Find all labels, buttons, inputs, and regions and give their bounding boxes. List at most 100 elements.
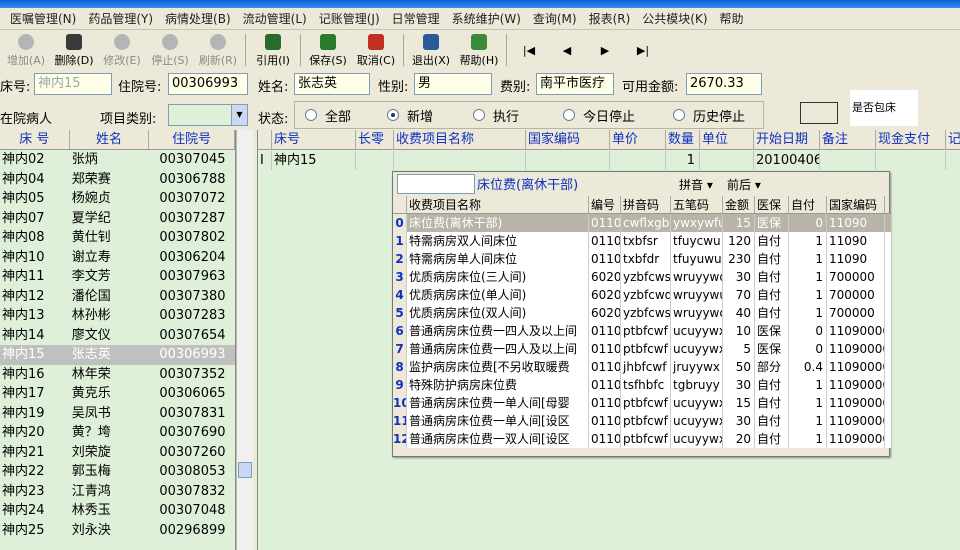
list-item[interactable]: 11普通病房床位费一单人间[设区0110(ptbfcwfucuyywx30自付1… — [393, 412, 891, 430]
scroll-thumb[interactable] — [238, 462, 252, 478]
last-record-icon[interactable]: ▶| — [624, 31, 662, 69]
toolbar-button[interactable]: 增加(A) — [2, 31, 50, 69]
table-row[interactable]: 神内19 吴凤书 00307831 — [0, 404, 235, 424]
table-cell[interactable] — [610, 151, 666, 170]
table-row[interactable]: 神内10 谢立寿 00306204 — [0, 248, 235, 268]
menu-item[interactable]: 公共模块(K) — [636, 10, 713, 27]
table-cell[interactable]: 20100406 — [754, 151, 820, 170]
column-header[interactable]: 现金支付 — [876, 130, 946, 149]
table-cell[interactable] — [876, 151, 946, 170]
status-radio[interactable]: 历史停止 — [663, 106, 759, 125]
toolbar-button[interactable]: 刷新(R) — [194, 31, 242, 69]
column-header[interactable]: 数量 — [666, 130, 700, 149]
radio-dot[interactable] — [305, 109, 317, 121]
toolbar-button[interactable]: 停止(S) — [146, 31, 194, 69]
list-item[interactable]: 0床位费(离休干部)0110(cwflxgbywxywfu15医保011090 — [393, 214, 891, 232]
status-radio[interactable]: 全部 — [295, 106, 377, 125]
table-row[interactable]: 神内23 江青鸿 00307832 — [0, 482, 235, 502]
order-toggle[interactable]: 前后 ▾ — [727, 176, 761, 193]
table-row[interactable]: 神内16 林年荣 00307352 — [0, 365, 235, 385]
radio-dot[interactable] — [473, 109, 485, 121]
column-header[interactable]: 姓名 — [70, 130, 150, 149]
menu-item[interactable]: 日常管理 — [386, 10, 446, 27]
table-cell[interactable]: 1 — [666, 151, 700, 170]
list-item[interactable]: 4优质病房床位(单人间)6020(yzbfcwdwruyywuv70自付1700… — [393, 286, 891, 304]
toolbar-button[interactable]: 修改(E) — [98, 31, 146, 69]
sex-field[interactable]: 男 — [414, 73, 492, 95]
table-row[interactable]: 神内24 林秀玉 00307048 — [0, 501, 235, 521]
table-cell[interactable] — [700, 151, 754, 170]
column-header[interactable]: 长零 — [356, 130, 394, 149]
column-header[interactable]: 住院号 — [149, 130, 235, 149]
table-cell[interactable] — [394, 151, 526, 170]
column-header[interactable]: 收费项目名称 — [407, 196, 589, 213]
column-header[interactable] — [393, 196, 407, 213]
menu-item[interactable]: 系统维护(W) — [446, 10, 527, 27]
admission-field[interactable]: 00306993 — [168, 73, 248, 95]
column-header[interactable]: 医保 — [755, 196, 789, 213]
name-field[interactable]: 张志英 — [294, 73, 370, 95]
list-item[interactable]: 8监护病房床位费[不另收取暖费0110(jhbfcwfjruyywx50部分0.… — [393, 358, 891, 376]
menu-item[interactable]: 医嘱管理(N) — [4, 10, 82, 27]
menu-item[interactable]: 帮助 — [714, 10, 750, 27]
radio-dot[interactable] — [563, 109, 575, 121]
list-item[interactable]: 5优质病房床位(双人间)6020(yzbfcwswruyywcv40自付1700… — [393, 304, 891, 322]
bed-field[interactable]: 神内15 — [34, 73, 112, 95]
table-cell[interactable] — [820, 151, 876, 170]
radio-dot[interactable] — [673, 109, 685, 121]
status-radio[interactable]: 今日停止 — [553, 106, 663, 125]
list-item[interactable]: 10普通病房床位费一单人间[母婴0110(ptbfcwfucuyywx15自付1… — [393, 394, 891, 412]
column-header[interactable]: 自付 — [789, 196, 827, 213]
column-header[interactable]: 拼音码 — [621, 196, 671, 213]
table-row[interactable]: 神内17 黄克乐 00306065 — [0, 384, 235, 404]
menu-item[interactable]: 记账管理(J) — [313, 10, 386, 27]
balance-field[interactable]: 2670.33 — [686, 73, 762, 95]
column-header[interactable]: 备注 — [820, 130, 876, 149]
list-item[interactable]: 12普通病房床位费一双人间[设区0110(ptbfcwfucuyywx20自付1… — [393, 430, 891, 448]
fee-type-field[interactable]: 南平市医疗 — [536, 73, 614, 95]
toolbar-button[interactable]: 保存(S) — [304, 31, 352, 69]
list-item[interactable]: 3优质病房床位(三人间)6020(yzbfcwswruyywdv30自付1700… — [393, 268, 891, 286]
pinyin-toggle[interactable]: 拼音 ▾ — [679, 176, 713, 193]
table-row[interactable]: 神内08 黄仕钊 00307802 — [0, 228, 235, 248]
column-header[interactable]: 单位 — [700, 130, 754, 149]
private-room-box[interactable] — [800, 102, 838, 124]
table-cell[interactable] — [356, 151, 394, 170]
popup-search-input[interactable] — [397, 174, 475, 194]
table-row[interactable]: 神内15 张志英 00306993 — [0, 345, 235, 365]
table-row[interactable]: 神内07 夏学纪 00307287 — [0, 209, 235, 229]
table-cell[interactable]: 神内15 — [272, 151, 356, 170]
column-header[interactable]: 记 — [946, 130, 960, 149]
list-item[interactable]: 6普通病房床位费一四人及以上间0110(ptbfcwfucuyywx10医保01… — [393, 322, 891, 340]
column-header[interactable]: 收费项目名称 — [394, 130, 526, 149]
menu-item[interactable]: 流动管理(L) — [237, 10, 313, 27]
prev-record-icon[interactable]: ◀ — [548, 31, 586, 69]
next-record-icon[interactable]: ▶ — [586, 31, 624, 69]
vertical-scrollbar[interactable] — [236, 130, 253, 550]
menu-item[interactable]: 病情处理(B) — [159, 10, 237, 27]
status-radio[interactable]: 新增 — [377, 106, 463, 125]
list-item[interactable]: 2特需病房单人间床位0110(txbfdrtfuyuwu230自付111090 — [393, 250, 891, 268]
column-header[interactable]: 金额 — [723, 196, 755, 213]
menu-item[interactable]: 药品管理(Y) — [82, 10, 159, 27]
table-row[interactable]: 神内05 杨婉贞 00307072 — [0, 189, 235, 209]
table-row[interactable]: 神内13 林孙彬 00307283 — [0, 306, 235, 326]
table-row[interactable]: 神内22 郭玉梅 00308053 — [0, 462, 235, 482]
list-item[interactable]: 1特需病房双人间床位0110(txbfsrtfuycwu120自付111090 — [393, 232, 891, 250]
table-row[interactable]: 神内02 张炳 00307045 — [0, 150, 235, 170]
table-row[interactable]: 神内25 刘永泱 00296899 — [0, 521, 235, 541]
column-header[interactable]: 五笔码 — [671, 196, 723, 213]
status-radio[interactable]: 执行 — [463, 106, 553, 125]
toolbar-button[interactable]: 退出(X) — [407, 31, 455, 69]
list-item[interactable]: 7普通病房床位费一四人及以上间0110(ptbfcwfucuyywx5医保011… — [393, 340, 891, 358]
radio-dot[interactable] — [387, 109, 399, 121]
column-header[interactable]: 国家编码 — [827, 196, 885, 213]
first-record-icon[interactable]: |◀ — [510, 31, 548, 69]
table-row[interactable]: 神内21 刘荣旋 00307260 — [0, 443, 235, 463]
table-cell[interactable] — [526, 151, 610, 170]
column-header[interactable]: 国家编码 — [526, 130, 610, 149]
table-row[interactable]: 神内11 李文芳 00307963 — [0, 267, 235, 287]
column-header[interactable]: 单价 — [610, 130, 666, 149]
column-header[interactable]: 编号 — [589, 196, 621, 213]
toolbar-button[interactable]: 引用(I) — [249, 31, 297, 69]
